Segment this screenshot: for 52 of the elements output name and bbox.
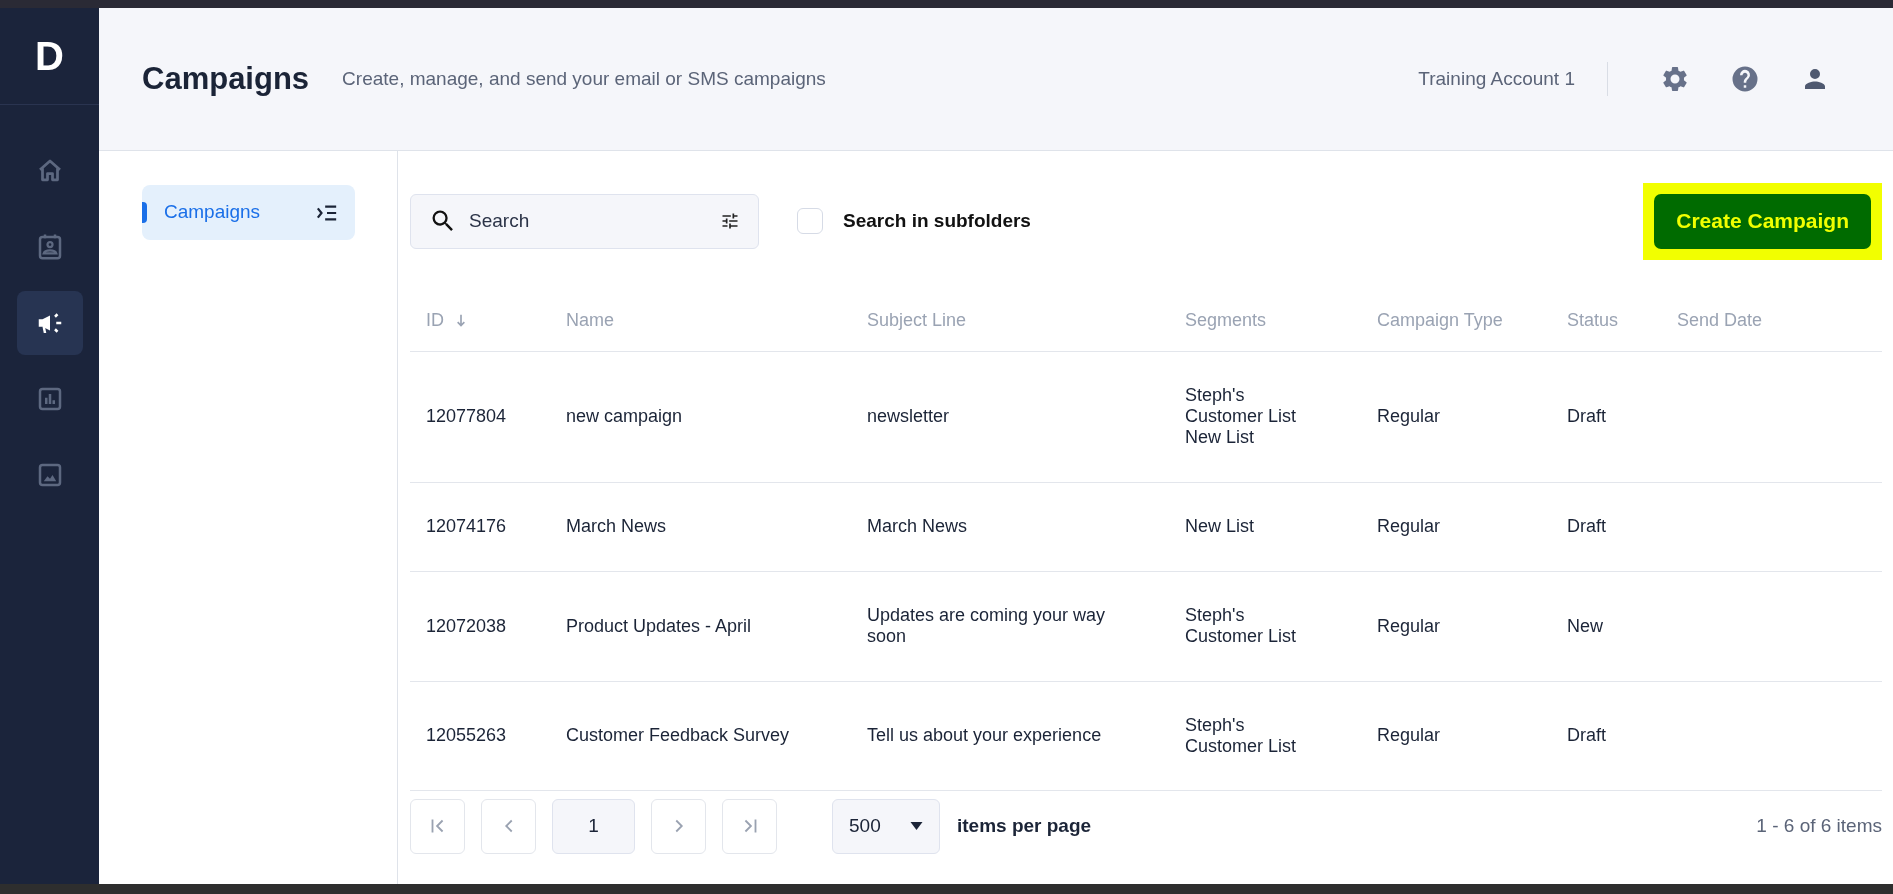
page-title: Campaigns [142,59,310,98]
subject-cell: Updates are coming your way soon [867,605,1107,647]
type-cell: Regular [1377,615,1441,636]
current-page-button[interactable]: 1 [552,798,635,854]
page-size-label: items per page [957,813,1092,838]
column-header[interactable]: Campaign Type [1377,307,1503,335]
status-cell: Draft [1567,406,1606,426]
name-cell: Customer Feedback Survey [566,725,790,745]
segment-name: Steph's Customer List [1185,385,1298,427]
id-cell: 12055263 [426,725,507,745]
segment-name: New List [1185,516,1256,537]
checkbox-label: Search in subfolders [843,208,1031,233]
id-cell: 12074176 [426,516,507,536]
column-header[interactable]: Subject Line [867,307,967,335]
name-cell: Product Updates - April [566,615,752,636]
help-icon[interactable] [1730,64,1760,94]
segment-name: Steph's Customer List [1185,714,1298,757]
account-name: Training Account 1 [1418,66,1575,91]
create-campaign-button[interactable]: Create Campaign [1654,193,1871,249]
type-cell: Regular [1377,725,1441,745]
page-subtitle: Create, manage, and send your email or SMS campaigns [342,66,826,91]
search-field[interactable]: Search [410,193,759,249]
items-summary: 1 - 6 of 6 items [1756,813,1882,838]
column-header[interactable]: Send Date [1677,307,1763,335]
name-cell: new campaign [566,406,683,426]
subject-cell-text: newsletter [867,406,951,427]
name-cell: March News [566,516,667,536]
status-cell: Draft [1567,516,1606,536]
column-header[interactable]: Segments [1185,307,1267,335]
column-header[interactable]: Status [1567,307,1619,335]
segment-name: New List [1185,427,1256,448]
status-cell: New [1567,615,1603,636]
logo: D [35,36,64,76]
subject-cell-text: Tell us about your experience [867,725,1103,746]
nav-item[interactable] [16,291,83,355]
page-size-dropdown[interactable]: 500 [832,798,940,854]
filter-sliders-icon[interactable] [720,211,740,231]
segment-name: Steph's Customer List [1185,605,1298,647]
type-cell: Regular [1377,516,1441,536]
settings-icon[interactable] [1660,64,1690,94]
type-cell: Regular [1377,406,1441,426]
id-cell: 12077804 [426,406,507,426]
id-cell: 12072038 [426,615,507,636]
column-header[interactable]: Name [566,307,614,335]
folder-item[interactable]: Campaigns [142,185,355,240]
search-input[interactable]: Search [469,206,720,236]
subject-cell-text: March News [867,516,969,537]
checkbox[interactable] [797,208,823,234]
column-header[interactable]: ID [426,307,466,335]
selection-indicator [142,202,147,223]
status-cell: Draft [1567,725,1606,745]
caret-icon [910,822,923,830]
